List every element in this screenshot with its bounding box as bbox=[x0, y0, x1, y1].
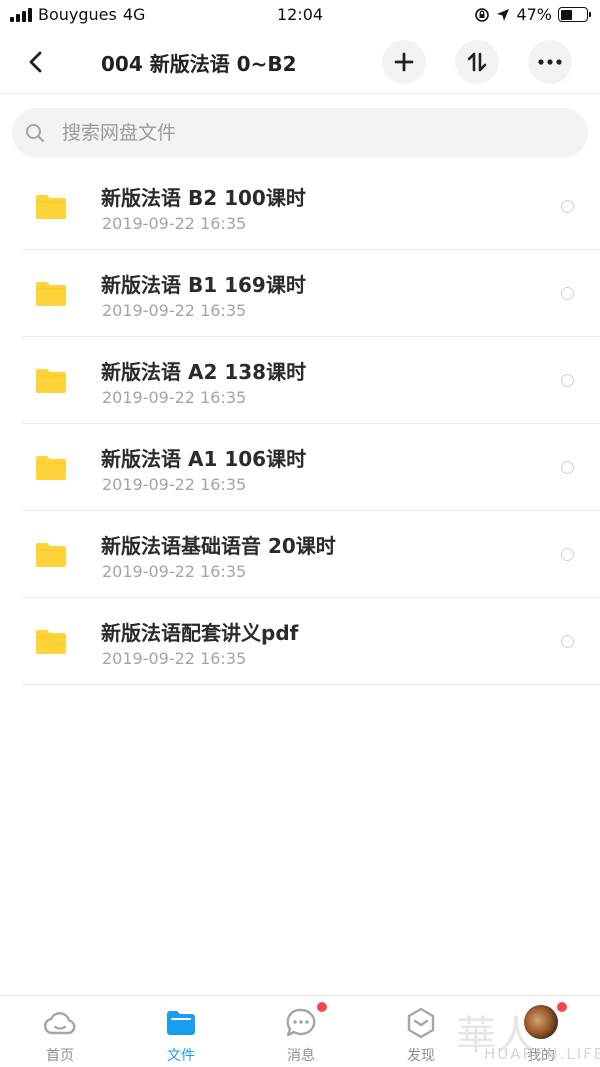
search-input[interactable] bbox=[62, 122, 542, 144]
location-icon bbox=[497, 8, 510, 21]
cloud-icon bbox=[43, 1006, 77, 1040]
battery-icon bbox=[558, 7, 591, 22]
file-list: 新版法语 B2 100课时 2019-09-22 16:35 新版法语 B1 1… bbox=[0, 163, 600, 685]
notification-badge bbox=[316, 1001, 328, 1013]
file-date: 2019-09-22 16:35 bbox=[102, 301, 247, 320]
notification-badge bbox=[556, 1001, 568, 1013]
file-row[interactable]: 新版法语配套讲义pdf 2019-09-22 16:35 bbox=[0, 598, 600, 685]
file-row[interactable]: 新版法语 B2 100课时 2019-09-22 16:35 bbox=[0, 163, 600, 250]
folder-icon bbox=[36, 456, 66, 480]
folder-icon bbox=[36, 282, 66, 306]
status-right: 47% bbox=[474, 5, 591, 24]
file-name: 新版法语 A2 138课时 bbox=[101, 360, 307, 384]
chat-bubble-icon bbox=[284, 1006, 318, 1040]
tab-me[interactable]: 我的 bbox=[496, 996, 586, 1067]
file-row[interactable]: 新版法语基础语音 20课时 2019-09-22 16:35 bbox=[0, 511, 600, 598]
rotation-lock-icon bbox=[475, 7, 490, 22]
status-bar: Bouygues 4G 12:04 47% bbox=[0, 0, 600, 30]
folder-icon bbox=[36, 195, 66, 219]
tab-messages[interactable]: 消息 bbox=[256, 996, 346, 1067]
folder-icon bbox=[164, 1006, 198, 1040]
nav-bar: 004 新版法语 0~B2 bbox=[0, 30, 600, 94]
select-checkbox[interactable] bbox=[561, 548, 574, 561]
file-row[interactable]: 新版法语 A2 138课时 2019-09-22 16:35 bbox=[0, 337, 600, 424]
file-name: 新版法语 B1 169课时 bbox=[101, 273, 306, 297]
select-checkbox[interactable] bbox=[561, 461, 574, 474]
file-date: 2019-09-22 16:35 bbox=[102, 214, 247, 233]
folder-icon bbox=[36, 369, 66, 393]
tab-discover[interactable]: 发现 bbox=[376, 996, 466, 1067]
file-row[interactable]: 新版法语 A1 106课时 2019-09-22 16:35 bbox=[0, 424, 600, 511]
select-checkbox[interactable] bbox=[561, 635, 574, 648]
plus-icon bbox=[394, 52, 414, 72]
tab-label: 我的 bbox=[527, 1048, 555, 1064]
file-date: 2019-09-22 16:35 bbox=[102, 475, 247, 494]
file-name: 新版法语 A1 106课时 bbox=[101, 447, 307, 471]
select-checkbox[interactable] bbox=[561, 200, 574, 213]
file-name: 新版法语 B2 100课时 bbox=[101, 186, 306, 210]
tab-label: 首页 bbox=[46, 1048, 74, 1064]
search-bar[interactable] bbox=[12, 108, 588, 158]
divider bbox=[22, 684, 600, 685]
more-dots-icon bbox=[538, 59, 562, 65]
file-row[interactable]: 新版法语 B1 169课时 2019-09-22 16:35 bbox=[0, 250, 600, 337]
add-button[interactable] bbox=[382, 40, 426, 84]
sort-arrows-icon bbox=[467, 52, 487, 72]
file-date: 2019-09-22 16:35 bbox=[102, 388, 247, 407]
search-icon bbox=[24, 122, 46, 144]
avatar bbox=[524, 1005, 558, 1039]
select-checkbox[interactable] bbox=[561, 374, 574, 387]
folder-icon bbox=[36, 630, 66, 654]
file-name: 新版法语基础语音 20课时 bbox=[101, 534, 336, 558]
tab-label: 消息 bbox=[287, 1048, 315, 1064]
more-button[interactable] bbox=[528, 40, 572, 84]
tab-files[interactable]: 文件 bbox=[136, 996, 226, 1067]
tab-home[interactable]: 首页 bbox=[15, 996, 105, 1067]
hexagon-discover-icon bbox=[404, 1006, 438, 1040]
tab-label: 文件 bbox=[167, 1048, 195, 1064]
select-checkbox[interactable] bbox=[561, 287, 574, 300]
tab-label: 发现 bbox=[407, 1048, 435, 1064]
file-name: 新版法语配套讲义pdf bbox=[101, 621, 299, 645]
back-button[interactable] bbox=[20, 46, 52, 78]
folder-icon bbox=[36, 543, 66, 567]
tab-bar: 首页 文件 消息 发现 我的 bbox=[0, 995, 600, 1067]
file-date: 2019-09-22 16:35 bbox=[102, 649, 247, 668]
page-title: 004 新版法语 0~B2 bbox=[101, 52, 297, 76]
battery-percent: 47% bbox=[516, 5, 552, 24]
chevron-left-icon bbox=[29, 51, 42, 73]
sort-button[interactable] bbox=[455, 40, 499, 84]
file-date: 2019-09-22 16:35 bbox=[102, 562, 247, 581]
